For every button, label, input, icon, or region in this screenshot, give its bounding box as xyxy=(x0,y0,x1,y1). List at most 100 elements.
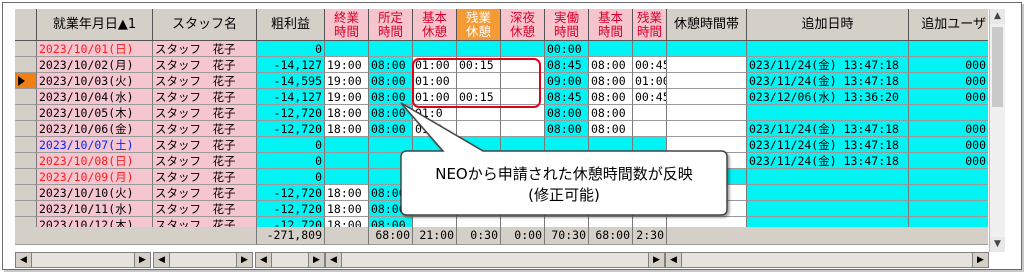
scroll-down-icon[interactable]: ▼ xyxy=(990,237,1005,252)
row-selector[interactable] xyxy=(15,121,37,137)
row-selector[interactable] xyxy=(15,169,37,185)
scroll-left-icon[interactable]: ◀ xyxy=(666,253,682,267)
cell-add-user[interactable] xyxy=(909,41,988,57)
cell-added[interactable]: 023/12/06(水) 13:36:20 xyxy=(747,89,909,105)
cell-add-user[interactable] xyxy=(909,105,988,121)
vertical-scrollbar[interactable]: ▲ ▼ xyxy=(989,9,1005,252)
cell-added[interactable]: 023/11/24(金) 13:47:18 xyxy=(747,153,909,169)
scroll-right-icon[interactable]: ▶ xyxy=(648,253,664,267)
header-zt[interactable]: 残業 時間 xyxy=(633,9,667,41)
cell-staff[interactable]: スタッフ 花子 xyxy=(153,185,257,201)
row-selector[interactable] xyxy=(15,201,37,217)
cell-add-user[interactable]: 000 xyxy=(909,153,988,169)
header-shinya[interactable]: 深夜 休憩 xyxy=(501,9,545,41)
cell-shinya[interactable] xyxy=(501,41,545,57)
cell-shotei[interactable]: 08:00 xyxy=(369,73,413,89)
cell-added[interactable] xyxy=(747,105,909,121)
cell-profit[interactable]: -12,720 xyxy=(257,105,325,121)
cell-date[interactable]: 2023/10/08(日) xyxy=(37,153,153,169)
cell-break-zone[interactable] xyxy=(667,73,747,89)
cell-add-user[interactable]: 000 xyxy=(909,121,988,137)
cell-zt[interactable] xyxy=(633,41,667,57)
cell-date[interactable]: 2023/10/05(木) xyxy=(37,105,153,121)
row-selector[interactable] xyxy=(15,89,37,105)
hscroll-extra[interactable]: ◀ ▶ xyxy=(665,252,989,268)
cell-date[interactable]: 2023/10/10(火) xyxy=(37,185,153,201)
header-shotei[interactable]: 所定 時間 xyxy=(369,9,413,41)
scroll-left-icon[interactable]: ◀ xyxy=(154,253,170,267)
cell-kt[interactable]: 08:00 xyxy=(589,73,633,89)
header-zangyo[interactable]: 残業 休憩 xyxy=(457,9,501,41)
scroll-right-icon[interactable]: ▶ xyxy=(134,253,150,267)
row-selector[interactable] xyxy=(15,57,37,73)
cell-staff[interactable]: スタッフ 花子 xyxy=(153,105,257,121)
cell-shotei[interactable]: 08:00 xyxy=(369,57,413,73)
cell-shotei[interactable] xyxy=(369,41,413,57)
cell-staff[interactable]: スタッフ 花子 xyxy=(153,73,257,89)
cell-profit[interactable]: -14,127 xyxy=(257,57,325,73)
cell-date[interactable]: 2023/10/06(金) xyxy=(37,121,153,137)
cell-staff[interactable]: スタッフ 花子 xyxy=(153,89,257,105)
cell-jitsu[interactable]: 09:00 xyxy=(545,73,589,89)
cell-profit[interactable]: -14,595 xyxy=(257,73,325,89)
header-kihon[interactable]: 基本 休憩 xyxy=(413,9,457,41)
cell-end[interactable]: 19:00 xyxy=(325,73,369,89)
cell-staff[interactable]: スタッフ 花子 xyxy=(153,41,257,57)
cell-jitsu[interactable]: 00:00 xyxy=(545,41,589,57)
header-date[interactable]: 就業年月日▲1 xyxy=(37,9,153,41)
cell-profit[interactable]: 0 xyxy=(257,137,325,153)
cell-profit[interactable]: 0 xyxy=(257,41,325,57)
cell-kihon[interactable] xyxy=(413,41,457,57)
header-add-user[interactable]: 追加ユーザ xyxy=(909,9,988,41)
cell-staff[interactable]: スタッフ 花子 xyxy=(153,153,257,169)
scroll-up-icon[interactable]: ▲ xyxy=(990,9,1005,24)
cell-add-user[interactable]: 000 xyxy=(909,137,988,153)
cell-date[interactable]: 2023/10/02(月) xyxy=(37,57,153,73)
cell-added[interactable] xyxy=(747,41,909,57)
cell-add-user[interactable] xyxy=(909,201,988,217)
cell-added[interactable]: 023/11/24(金) 13:47:18 xyxy=(747,121,909,137)
hscroll-staff[interactable]: ◀ ▶ xyxy=(153,252,253,268)
row-selector[interactable] xyxy=(15,105,37,121)
cell-add-user[interactable]: 000 xyxy=(909,73,988,89)
cell-staff[interactable]: スタッフ 花子 xyxy=(153,201,257,217)
row-selector[interactable] xyxy=(15,137,37,153)
scroll-left-icon[interactable]: ◀ xyxy=(16,253,32,267)
cell-profit[interactable]: -12,720 xyxy=(257,185,325,201)
scroll-right-icon[interactable]: ▶ xyxy=(308,253,324,267)
cell-break-zone[interactable] xyxy=(667,41,747,57)
row-selector[interactable] xyxy=(15,73,37,89)
cell-add-user[interactable] xyxy=(909,185,988,201)
scroll-left-icon[interactable]: ◀ xyxy=(326,253,342,267)
hscroll-times[interactable]: ◀ ▶ xyxy=(325,252,665,268)
cell-end[interactable]: 19:00 xyxy=(325,57,369,73)
cell-staff[interactable]: スタッフ 花子 xyxy=(153,121,257,137)
row-selector[interactable] xyxy=(15,185,37,201)
cell-added[interactable]: 023/11/24(金) 13:47:18 xyxy=(747,73,909,89)
row-selector[interactable] xyxy=(15,41,37,57)
header-kt[interactable]: 基本 時間 xyxy=(589,9,633,41)
cell-zt[interactable]: 01:00 xyxy=(633,73,667,89)
cell-staff[interactable]: スタッフ 花子 xyxy=(153,57,257,73)
header-end[interactable]: 終業 時間 xyxy=(325,9,369,41)
cell-date[interactable]: 2023/10/07(土) xyxy=(37,137,153,153)
cell-date[interactable]: 2023/10/04(水) xyxy=(37,89,153,105)
cell-kt[interactable]: 08:00 xyxy=(589,57,633,73)
cell-added[interactable]: 023/11/24(金) 13:47:18 xyxy=(747,57,909,73)
cell-added[interactable] xyxy=(747,201,909,217)
cell-added[interactable] xyxy=(747,185,909,201)
header-break-zone[interactable]: 休憩時間帯 xyxy=(667,9,747,41)
cell-added[interactable] xyxy=(747,169,909,185)
cell-profit[interactable]: 0 xyxy=(257,153,325,169)
cell-profit[interactable]: -12,720 xyxy=(257,201,325,217)
cell-add-user[interactable]: 000 xyxy=(909,89,988,105)
header-profit[interactable]: 粗利益 xyxy=(257,9,325,41)
cell-added[interactable]: 023/11/24(金) 13:47:18 xyxy=(747,137,909,153)
cell-break-zone[interactable] xyxy=(667,57,747,73)
cell-date[interactable]: 2023/10/09(月) xyxy=(37,169,153,185)
cell-date[interactable]: 2023/10/11(水) xyxy=(37,201,153,217)
header-added[interactable]: 追加日時 xyxy=(747,9,909,41)
cell-kt[interactable] xyxy=(589,41,633,57)
cell-add-user[interactable] xyxy=(909,169,988,185)
cell-jitsu[interactable]: 08:45 xyxy=(545,57,589,73)
